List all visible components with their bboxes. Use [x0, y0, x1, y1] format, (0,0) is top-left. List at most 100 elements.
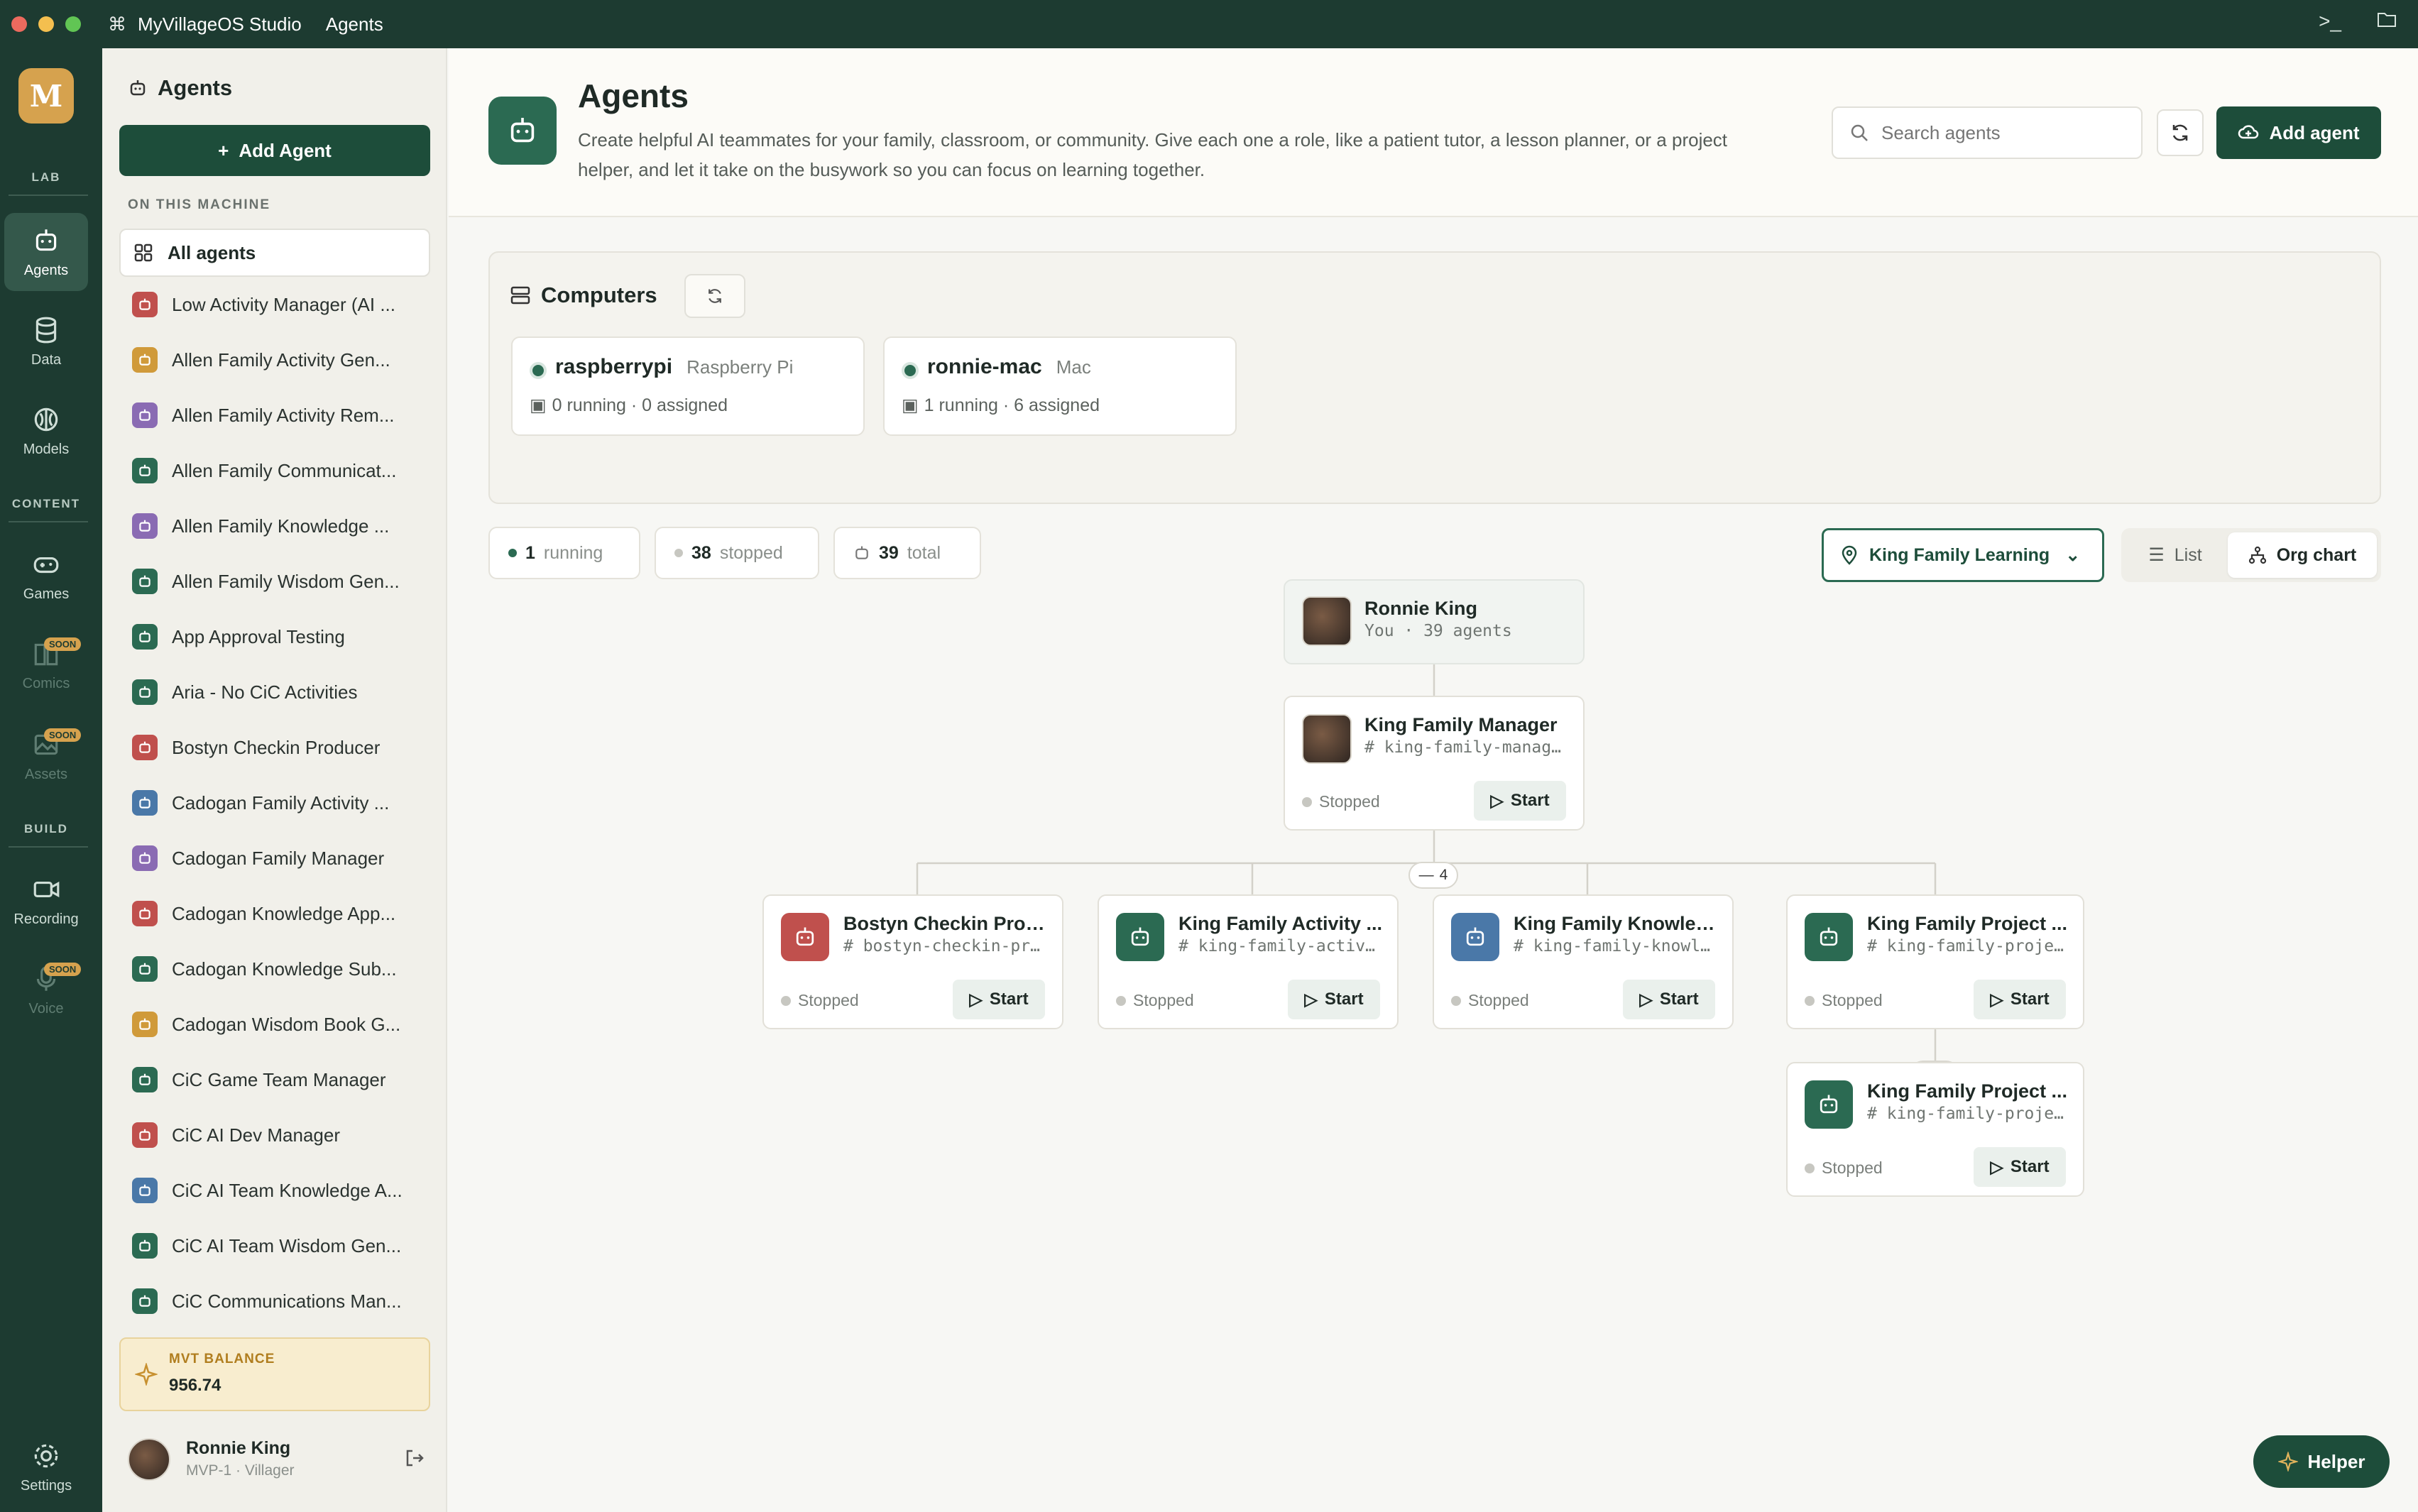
- start-button[interactable]: ▷ Start: [1974, 980, 2066, 1019]
- sidebar-agent-item[interactable]: Allen Family Activity Rem...: [119, 388, 430, 443]
- window-controls: [11, 16, 81, 32]
- org-agent-node[interactable]: King Family Knowled... # king-family-know…: [1433, 894, 1734, 1029]
- start-button[interactable]: ▷ Start: [1474, 781, 1566, 821]
- refresh-button[interactable]: [2157, 109, 2204, 156]
- rail-item-models[interactable]: Models: [4, 392, 88, 470]
- all-agents-label: All agents: [168, 241, 256, 263]
- rail-item-comics[interactable]: SOON Comics: [4, 626, 88, 704]
- robot-icon: [132, 1178, 158, 1203]
- play-icon: ▷: [1990, 990, 2003, 1009]
- folder-icon[interactable]: [2377, 10, 2397, 33]
- balance-value: 956.74: [169, 1376, 221, 1395]
- agent-name: Bostyn Checkin Prod...: [843, 913, 1049, 934]
- start-label: Start: [1659, 990, 1699, 1009]
- balance-label: MVT BALANCE: [169, 1352, 275, 1366]
- sidebar-agent-item[interactable]: Cadogan Knowledge App...: [119, 886, 430, 941]
- sidebar-agent-item[interactable]: Low Activity Manager (AI ...: [119, 277, 430, 332]
- search-input[interactable]: [1881, 121, 2123, 144]
- helper-button[interactable]: Helper: [2253, 1435, 2390, 1488]
- robot-icon: [132, 1122, 158, 1148]
- status-dot: [1451, 995, 1461, 1006]
- org-agent-node[interactable]: King Family Project ... # king-family-pro…: [1786, 894, 2084, 1029]
- user-profile[interactable]: Ronnie King MVP-1 · Villager: [128, 1432, 426, 1489]
- list-view-button[interactable]: ☰ List: [2126, 532, 2225, 578]
- sidebar-agent-item[interactable]: CiC Communications Man...: [119, 1273, 430, 1329]
- user-role: MVP-1 · Villager: [186, 1462, 295, 1479]
- total-stat[interactable]: 39 total: [833, 527, 981, 579]
- terminal-icon[interactable]: >_: [2319, 10, 2341, 33]
- sidebar-agent-item[interactable]: Cadogan Family Activity ...: [119, 775, 430, 831]
- robot-icon: [130, 80, 146, 96]
- org-root-node[interactable]: Ronnie King You · 39 agents: [1284, 579, 1585, 664]
- rail-item-recording[interactable]: Recording: [4, 862, 88, 940]
- play-icon: ▷: [1639, 990, 1653, 1009]
- running-stat[interactable]: 1 running: [488, 527, 640, 579]
- start-label: Start: [2010, 1157, 2050, 1176]
- play-icon: ▷: [1490, 791, 1504, 811]
- window-section: Agents: [325, 13, 383, 35]
- add-agent-button[interactable]: + Add Agent: [119, 125, 430, 176]
- app-logo[interactable]: M: [18, 68, 74, 124]
- root-name: Ronnie King: [1364, 598, 1477, 619]
- close-window-button[interactable]: [11, 16, 27, 32]
- sidebar-agent-item[interactable]: Bostyn Checkin Producer: [119, 720, 430, 775]
- computers-refresh-button[interactable]: [684, 274, 745, 318]
- search-box: [1832, 106, 2143, 159]
- sidebar-agent-item[interactable]: Allen Family Wisdom Gen...: [119, 554, 430, 609]
- refresh-icon: [2172, 124, 2188, 141]
- computer-card[interactable]: raspberrypi Raspberry Pi ▣ 0 running · 0 a…: [511, 336, 865, 436]
- agent-avatar: [1116, 913, 1164, 961]
- play-icon: ▷: [969, 990, 983, 1009]
- gamepad-icon: [33, 557, 59, 573]
- sidebar-agent-item[interactable]: CiC AI Team Knowledge A...: [119, 1163, 430, 1218]
- rail-item-voice[interactable]: SOON Voice: [4, 951, 88, 1029]
- robot-icon: [132, 901, 158, 926]
- start-button[interactable]: ▷ Start: [953, 980, 1045, 1019]
- collapse-toggle[interactable]: — 4: [1408, 862, 1458, 889]
- location-select[interactable]: King Family Learning ⌄: [1822, 528, 2104, 582]
- add-agent-header-button[interactable]: Add agent: [2216, 106, 2381, 159]
- agent-slug: # king-family-projec...: [1867, 1105, 2073, 1123]
- sidebar-agent-item[interactable]: App Approval Testing: [119, 609, 430, 664]
- sidebar-agent-item[interactable]: Cadogan Family Manager: [119, 831, 430, 886]
- org-agent-node[interactable]: Bostyn Checkin Prod... # bostyn-checkin-p…: [762, 894, 1063, 1029]
- sidebar-agent-item[interactable]: Allen Family Activity Gen...: [119, 332, 430, 388]
- robot-icon: [796, 927, 814, 946]
- org-agent-node[interactable]: King Family Project ... # king-family-pr…: [1786, 1062, 2084, 1197]
- org-chart-view-button[interactable]: Org chart: [2228, 532, 2377, 578]
- start-button[interactable]: ▷ Start: [1974, 1147, 2066, 1187]
- robot-icon: [132, 1067, 158, 1092]
- agent-name: King Family Activity ...: [1178, 913, 1383, 934]
- rail-item-games[interactable]: Games: [4, 537, 88, 615]
- sidebar-agent-item[interactable]: Cadogan Knowledge Sub...: [119, 941, 430, 997]
- rail-item-assets[interactable]: SOON Assets: [4, 717, 88, 795]
- stopped-stat[interactable]: 38 stopped: [655, 527, 819, 579]
- agent-name: CiC AI Team Wisdom Gen...: [172, 1234, 402, 1256]
- agent-name: Bostyn Checkin Producer: [172, 736, 381, 758]
- sidebar-agent-item[interactable]: CiC AI Dev Manager: [119, 1107, 430, 1163]
- sidebar-agent-item[interactable]: CiC Game Team Manager: [119, 1052, 430, 1107]
- org-agent-node[interactable]: King Family Activity ... # king-family-ac…: [1098, 894, 1399, 1029]
- sidebar-agent-item[interactable]: Allen Family Knowledge ...: [119, 498, 430, 554]
- agent-slug: # king-family-manager: [1364, 738, 1570, 757]
- minimize-window-button[interactable]: [38, 16, 54, 32]
- start-button[interactable]: ▷ Start: [1623, 980, 1715, 1019]
- sidebar-agent-item[interactable]: Cadogan Wisdom Book G...: [119, 997, 430, 1052]
- logout-icon[interactable]: [403, 1447, 426, 1469]
- sidebar-agent-item[interactable]: Allen Family Communicat...: [119, 443, 430, 498]
- main-content: Agents Create helpful AI teammates for y…: [449, 48, 2418, 1512]
- rail-item-agents[interactable]: Agents: [4, 213, 88, 291]
- rail-item-data[interactable]: Data: [4, 302, 88, 380]
- database-icon: [35, 317, 57, 343]
- sidebar-agent-item[interactable]: Aria - No CiC Activities: [119, 664, 430, 720]
- org-manager-node[interactable]: King Family Manager # king-family-manage…: [1284, 696, 1585, 831]
- computer-card[interactable]: ronnie-mac Mac ▣ 1 running · 6 assigned: [883, 336, 1237, 436]
- start-button[interactable]: ▷ Start: [1288, 980, 1380, 1019]
- all-agents-item[interactable]: All agents: [119, 229, 430, 277]
- page-header: Agents Create helpful AI teammates for y…: [449, 48, 2418, 217]
- maximize-window-button[interactable]: [65, 16, 81, 32]
- rail-item-settings[interactable]: Settings: [4, 1428, 88, 1506]
- video-camera-icon: [33, 881, 60, 897]
- avatar: [1302, 714, 1352, 764]
- sidebar-agent-item[interactable]: CiC AI Team Wisdom Gen...: [119, 1218, 430, 1273]
